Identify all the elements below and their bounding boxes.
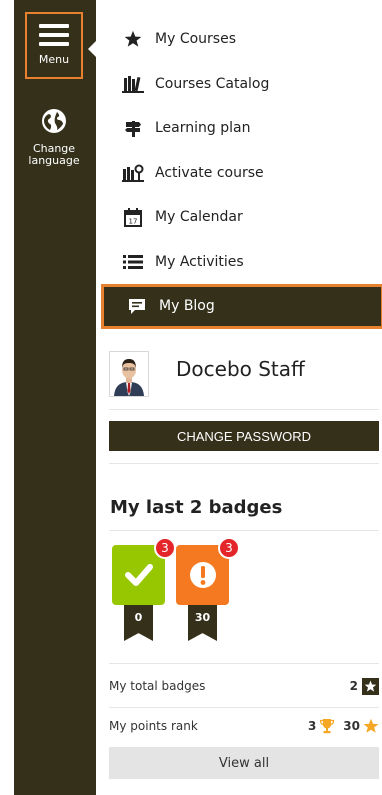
menu-item-label: My Calendar bbox=[155, 209, 243, 226]
change-language-button[interactable]: Change language bbox=[22, 108, 86, 167]
calendar-icon: 17 bbox=[120, 207, 146, 227]
divider bbox=[109, 530, 379, 531]
menu-item-learning-plan[interactable]: Learning plan bbox=[100, 106, 382, 151]
menu-item-label: My Blog bbox=[159, 298, 215, 315]
menu-item-my-calendar[interactable]: 17 My Calendar bbox=[100, 195, 382, 240]
change-language-label: Change language bbox=[28, 142, 80, 167]
activate-course-icon bbox=[120, 163, 146, 183]
hamburger-icon bbox=[39, 24, 69, 51]
avatar bbox=[109, 351, 149, 397]
menu-item-my-blog[interactable]: My Blog bbox=[101, 284, 382, 329]
blog-icon bbox=[124, 296, 150, 316]
view-all-button[interactable]: View all bbox=[109, 747, 379, 779]
globe-icon bbox=[42, 109, 66, 133]
badge-points-ribbon: 0 bbox=[124, 605, 153, 641]
menu-item-label: Learning plan bbox=[155, 120, 251, 137]
star-icon bbox=[120, 29, 146, 49]
divider bbox=[109, 463, 379, 464]
signpost-icon bbox=[120, 118, 146, 138]
trophy-icon bbox=[320, 719, 335, 734]
main-menu: My Courses Courses Catalog Learning plan… bbox=[100, 17, 382, 329]
menu-item-my-activities[interactable]: My Activities bbox=[100, 240, 382, 285]
menu-item-label: My Courses bbox=[155, 31, 236, 48]
menu-button[interactable]: Menu bbox=[25, 12, 83, 79]
badges-title: My last 2 badges bbox=[110, 497, 283, 518]
menu-item-activate-course[interactable]: Activate course bbox=[100, 151, 382, 196]
total-badges-row: My total badges 2 bbox=[109, 669, 379, 703]
list-icon bbox=[120, 252, 146, 272]
star-box-icon bbox=[362, 677, 379, 695]
checkmark-icon bbox=[124, 564, 153, 586]
badge-count: 3 bbox=[218, 537, 240, 559]
points-rank-row: My points rank 3 30 bbox=[109, 709, 379, 743]
exclamation-icon bbox=[189, 562, 216, 588]
badge-count: 3 bbox=[154, 537, 176, 559]
total-badges-label: My total badges bbox=[109, 679, 206, 693]
points-rank-value: 3 bbox=[307, 719, 317, 733]
menu-pointer-caret bbox=[88, 40, 97, 58]
points-star-icon bbox=[363, 718, 379, 733]
calendar-day: 17 bbox=[129, 217, 138, 225]
divider bbox=[109, 707, 379, 708]
total-badges-value: 2 bbox=[349, 679, 358, 693]
change-password-button[interactable]: CHANGE PASSWORD bbox=[109, 421, 379, 451]
points-rank-label: My points rank bbox=[109, 719, 198, 733]
divider bbox=[109, 409, 379, 410]
points-value: 30 bbox=[343, 719, 360, 733]
books-icon bbox=[120, 74, 146, 94]
menu-item-courses-catalog[interactable]: Courses Catalog bbox=[100, 62, 382, 107]
menu-item-label: Activate course bbox=[155, 164, 264, 181]
menu-label: Menu bbox=[38, 53, 70, 66]
divider bbox=[109, 663, 379, 664]
menu-item-label: My Activities bbox=[155, 253, 244, 270]
menu-item-my-courses[interactable]: My Courses bbox=[100, 17, 382, 62]
menu-item-label: Courses Catalog bbox=[155, 75, 270, 92]
user-name: Docebo Staff bbox=[176, 357, 305, 381]
badge-points-ribbon: 30 bbox=[188, 605, 217, 641]
